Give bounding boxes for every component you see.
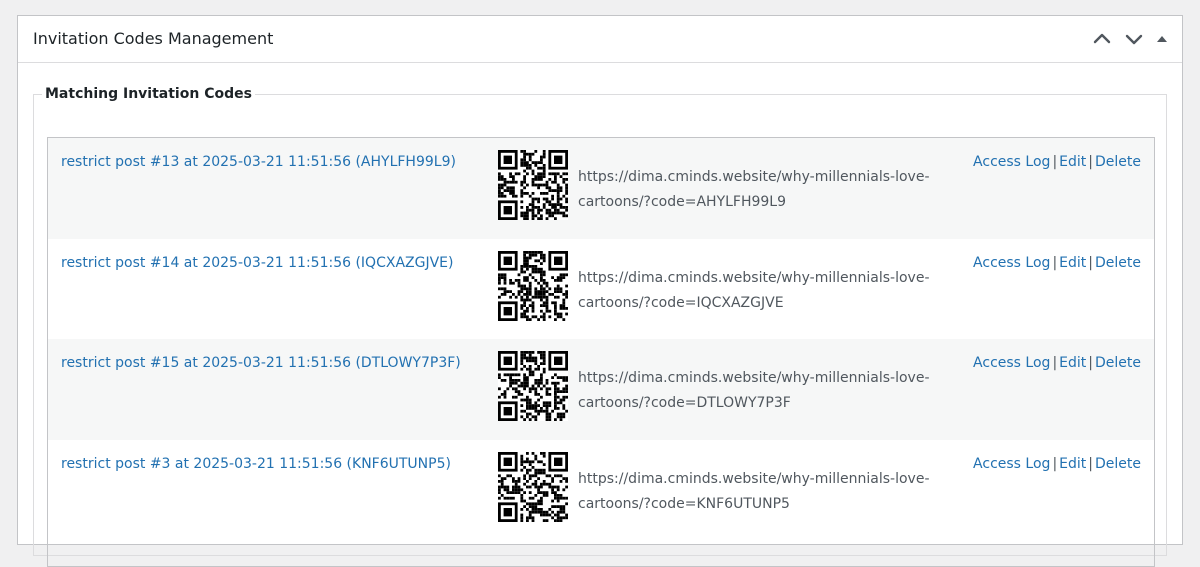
chevron-up-icon bbox=[1093, 33, 1111, 44]
access-log-link[interactable]: Access Log bbox=[973, 154, 1050, 170]
metabox-handle-actions bbox=[1086, 26, 1174, 52]
delete-link[interactable]: Delete bbox=[1095, 255, 1141, 271]
qr-code-icon bbox=[498, 351, 568, 421]
qr-code-icon bbox=[498, 250, 568, 321]
codes-list: restrict post #13 at 2025-03-21 11:51:56… bbox=[47, 137, 1155, 567]
list-item: restrict post #14 at 2025-03-21 11:51:56… bbox=[48, 239, 1154, 340]
edit-link[interactable]: Edit bbox=[1059, 255, 1086, 271]
list-item: restrict post #13 at 2025-03-21 11:51:56… bbox=[48, 138, 1154, 239]
action-separator: | bbox=[1088, 154, 1093, 170]
delete-link[interactable]: Delete bbox=[1095, 154, 1141, 170]
matching-codes-legend: Matching Invitation Codes bbox=[45, 86, 252, 102]
qr-code-icon bbox=[498, 451, 568, 522]
row-actions: Access Log | Edit | Delete bbox=[973, 253, 1141, 273]
caret-up-icon bbox=[1157, 36, 1167, 42]
code-url: https://dima.cminds.website/why-millenni… bbox=[578, 169, 930, 210]
row-actions: Access Log | Edit | Delete bbox=[973, 152, 1141, 172]
delete-link[interactable]: Delete bbox=[1095, 456, 1141, 472]
row-actions: Access Log | Edit | Delete bbox=[973, 454, 1141, 474]
action-separator: | bbox=[1052, 455, 1058, 472]
code-link[interactable]: restrict post #15 at 2025-03-21 11:51:56… bbox=[61, 353, 461, 373]
access-log-link[interactable]: Access Log bbox=[973, 355, 1050, 371]
code-url: https://dima.cminds.website/why-millenni… bbox=[578, 269, 930, 311]
action-separator: | bbox=[1052, 254, 1058, 271]
list-item: restrict post #3 at 2025-03-21 11:51:56 … bbox=[48, 440, 1154, 541]
action-separator: | bbox=[1088, 355, 1093, 371]
access-log-link[interactable]: Access Log bbox=[973, 456, 1050, 472]
delete-link[interactable]: Delete bbox=[1095, 355, 1141, 371]
edit-link[interactable]: Edit bbox=[1059, 355, 1086, 371]
metabox-header: Invitation Codes Management bbox=[18, 16, 1182, 63]
move-up-button[interactable] bbox=[1086, 26, 1118, 52]
edit-link[interactable]: Edit bbox=[1059, 456, 1086, 472]
matching-codes-fieldset: Matching Invitation Codes restrict post … bbox=[33, 86, 1167, 567]
row-actions: Access Log | Edit | Delete bbox=[973, 353, 1141, 373]
action-separator: | bbox=[1052, 154, 1058, 170]
action-separator: | bbox=[1088, 254, 1093, 271]
code-link[interactable]: restrict post #13 at 2025-03-21 11:51:56… bbox=[61, 152, 456, 172]
code-url: https://dima.cminds.website/why-millenni… bbox=[578, 370, 930, 411]
code-link[interactable]: restrict post #3 at 2025-03-21 11:51:56 … bbox=[61, 454, 451, 474]
list-item: restrict post #15 at 2025-03-21 11:51:56… bbox=[48, 339, 1154, 440]
access-log-link[interactable]: Access Log bbox=[973, 255, 1050, 271]
toggle-panel-button[interactable] bbox=[1150, 26, 1174, 52]
invitation-codes-metabox: Invitation Codes Management Matching Inv… bbox=[17, 15, 1183, 567]
action-separator: | bbox=[1052, 355, 1058, 371]
edit-link[interactable]: Edit bbox=[1059, 154, 1086, 170]
code-url: https://dima.cminds.website/why-millenni… bbox=[578, 470, 930, 512]
metabox-title: Invitation Codes Management bbox=[33, 29, 274, 48]
qr-code-icon bbox=[498, 150, 568, 220]
chevron-down-icon bbox=[1125, 34, 1143, 45]
code-link[interactable]: restrict post #14 at 2025-03-21 11:51:56… bbox=[61, 253, 453, 273]
move-down-button[interactable] bbox=[1118, 26, 1150, 52]
action-separator: | bbox=[1088, 455, 1093, 472]
